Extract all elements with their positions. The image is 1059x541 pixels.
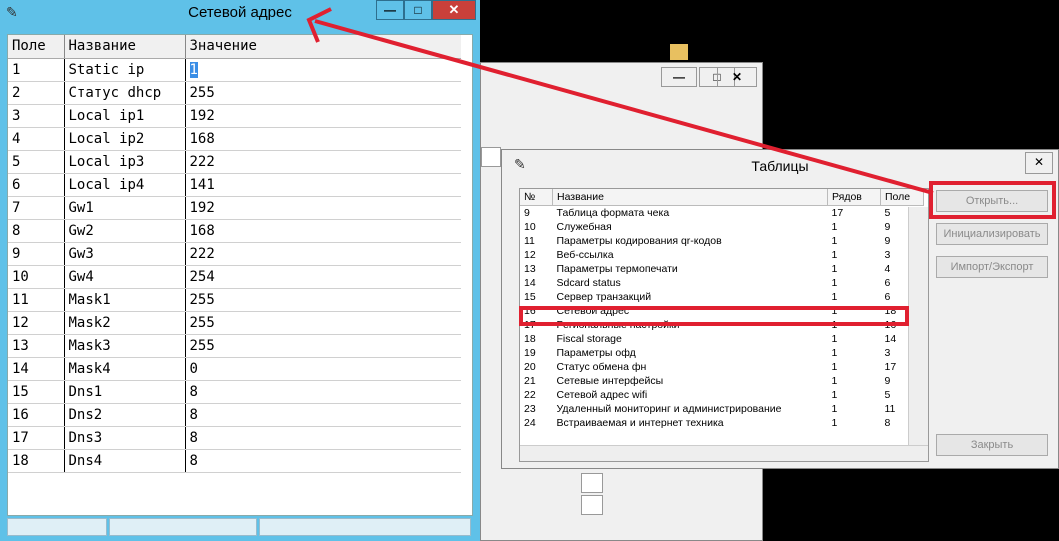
annotation-arrow (306, 7, 934, 195)
arrow-line (314, 19, 934, 195)
